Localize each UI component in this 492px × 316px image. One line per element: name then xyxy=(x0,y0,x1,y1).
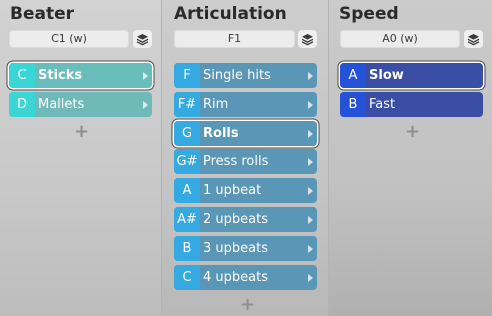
item-key: C xyxy=(9,63,35,88)
beater-item-sticks[interactable]: C Sticks xyxy=(9,63,152,88)
item-key: C xyxy=(174,265,200,290)
item-label: 4 upbeats xyxy=(203,270,268,285)
chevron-right-icon xyxy=(143,71,148,80)
chevron-right-icon xyxy=(308,157,313,166)
beater-column: Beater C1 (w) C Sticks D Mallets + xyxy=(0,0,161,316)
speed-keyswitch-select[interactable]: A0 (w) xyxy=(340,30,460,48)
articulation-title: Articulation xyxy=(174,4,287,24)
articulation-item-2-upbeats[interactable]: A# 2 upbeats xyxy=(174,207,317,232)
chevron-right-icon xyxy=(308,186,313,195)
item-label: Sticks xyxy=(38,68,83,83)
speed-item-slow[interactable]: A Slow xyxy=(340,63,483,88)
item-label: Mallets xyxy=(38,97,85,112)
plus-icon[interactable]: + xyxy=(240,296,255,314)
item-label: 2 upbeats xyxy=(203,212,268,227)
chevron-right-icon xyxy=(308,244,313,253)
articulation-item-press-rolls[interactable]: G# Press rolls xyxy=(174,149,317,174)
speed-column: Speed A0 (w) A Slow B Fast + xyxy=(329,0,492,316)
item-key: A xyxy=(340,63,366,88)
item-label: 3 upbeats xyxy=(203,241,268,256)
item-label: Single hits xyxy=(203,68,271,83)
chevron-right-icon xyxy=(308,100,313,109)
layers-icon[interactable] xyxy=(464,30,483,48)
chevron-right-icon xyxy=(308,273,313,282)
item-key: A xyxy=(174,178,200,203)
beater-item-mallets[interactable]: D Mallets xyxy=(9,92,152,117)
chevron-right-icon xyxy=(308,215,313,224)
item-key: F xyxy=(174,63,200,88)
item-key: B xyxy=(174,236,200,261)
item-key: B xyxy=(340,92,366,117)
item-label: Fast xyxy=(369,97,396,112)
item-key: G# xyxy=(174,149,200,174)
plus-icon[interactable]: + xyxy=(405,123,420,141)
speed-title: Speed xyxy=(339,4,399,24)
layers-icon[interactable] xyxy=(133,30,152,48)
item-key: G xyxy=(174,121,200,146)
articulation-item-4-upbeats[interactable]: C 4 upbeats xyxy=(174,265,317,290)
item-label: Rim xyxy=(203,97,229,112)
articulation-item-1-upbeat[interactable]: A 1 upbeat xyxy=(174,178,317,203)
chevron-right-icon xyxy=(308,129,313,138)
articulation-item-3-upbeats[interactable]: B 3 upbeats xyxy=(174,236,317,261)
item-label: 1 upbeat xyxy=(203,183,262,198)
articulation-item-rim[interactable]: F# Rim xyxy=(174,92,317,117)
item-key: F# xyxy=(174,92,200,117)
speed-item-fast[interactable]: B Fast xyxy=(340,92,483,117)
articulation-column: Articulation F1 F Single hits F# Rim G R… xyxy=(162,0,328,316)
item-label: Slow xyxy=(369,68,404,83)
item-label: Press rolls xyxy=(203,154,269,169)
chevron-right-icon xyxy=(143,100,148,109)
articulation-item-rolls[interactable]: G Rolls xyxy=(174,121,317,146)
plus-icon[interactable]: + xyxy=(74,123,89,141)
item-label: Rolls xyxy=(203,126,239,141)
item-key: A# xyxy=(174,207,200,232)
beater-keyswitch-select[interactable]: C1 (w) xyxy=(9,30,129,48)
chevron-right-icon xyxy=(308,71,313,80)
item-key: D xyxy=(9,92,35,117)
articulation-item-single-hits[interactable]: F Single hits xyxy=(174,63,317,88)
beater-title: Beater xyxy=(10,4,74,24)
layers-icon[interactable] xyxy=(298,30,317,48)
articulation-keyswitch-select[interactable]: F1 xyxy=(174,30,295,48)
